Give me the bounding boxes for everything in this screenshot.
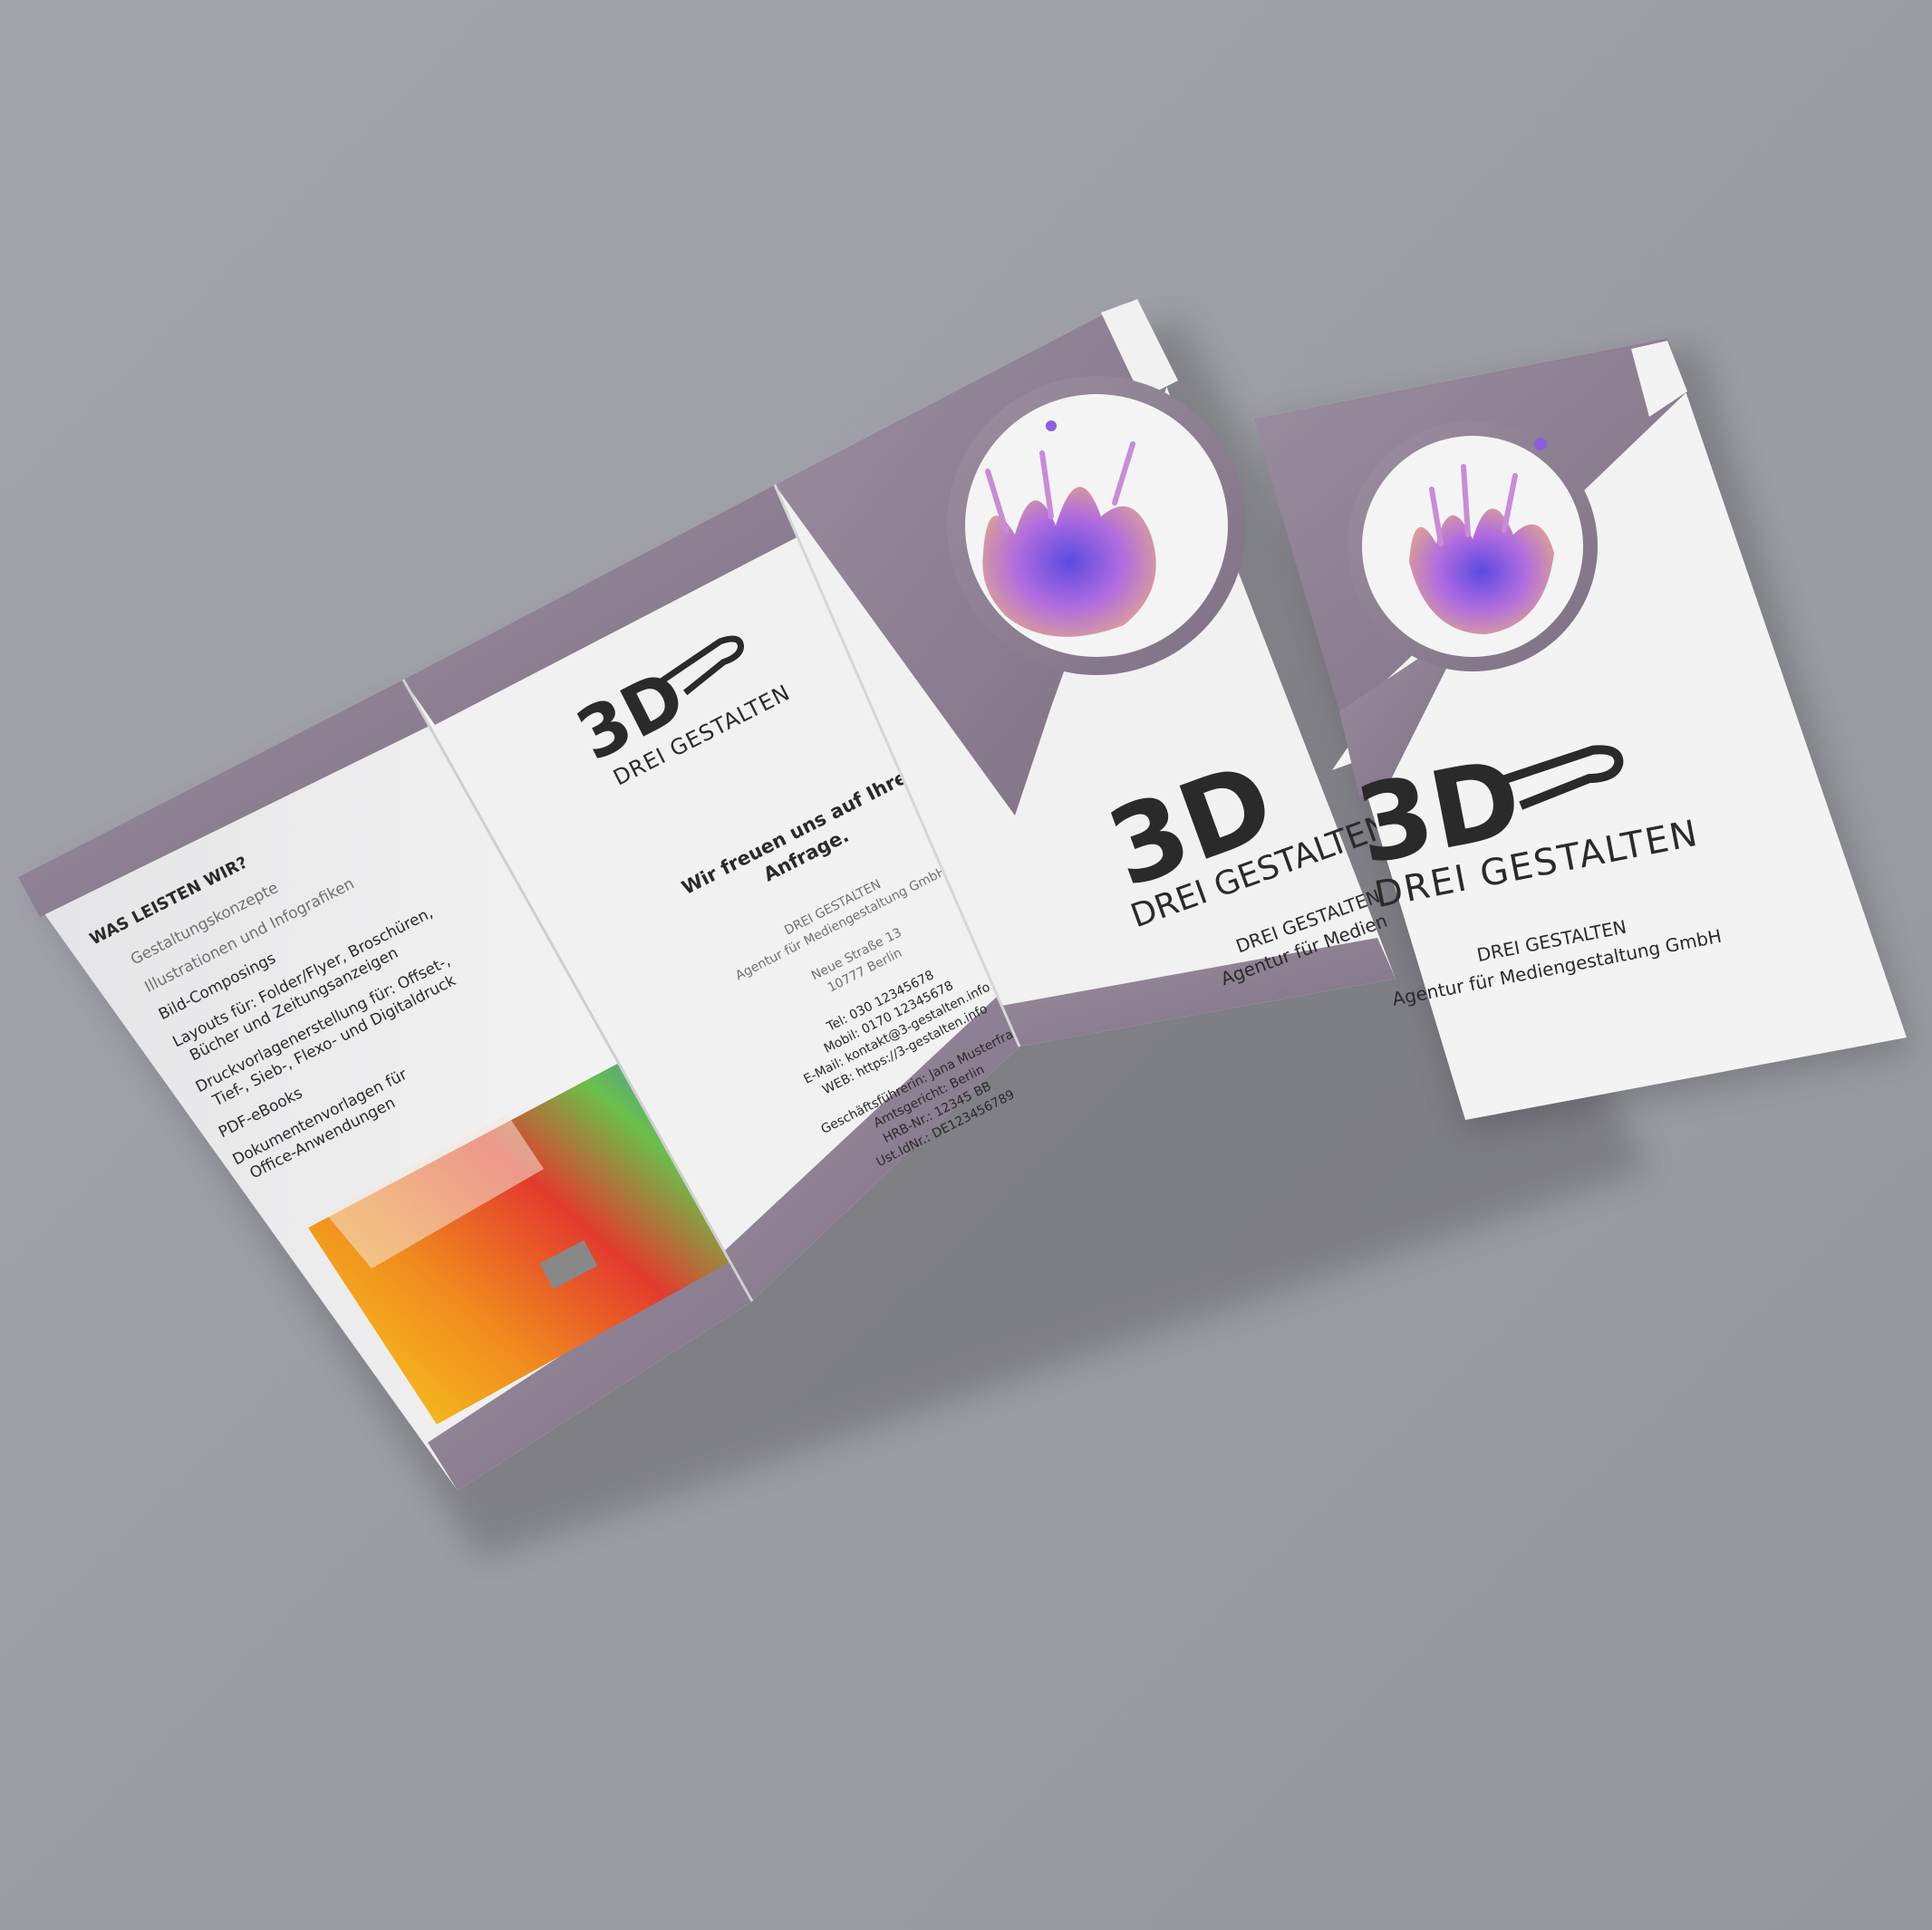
mockup-canvas: WAS LEISTEN WIR? Gestaltungskonzepte Ill… bbox=[0, 0, 1932, 1930]
brochure-mockup-scene: WAS LEISTEN WIR? Gestaltungskonzepte Ill… bbox=[0, 0, 1932, 1930]
